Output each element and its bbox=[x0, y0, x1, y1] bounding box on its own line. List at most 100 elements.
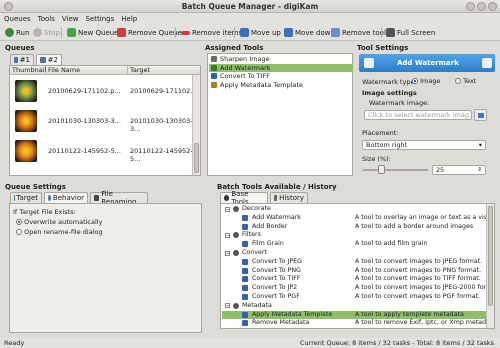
tab-history[interactable]: History bbox=[270, 192, 308, 203]
remove-queue-button[interactable]: Remove Queue bbox=[117, 27, 182, 38]
watermark-type-label: Watermark type: bbox=[362, 78, 417, 86]
radio-image[interactable] bbox=[412, 78, 418, 84]
queue-scroll-thumb[interactable] bbox=[194, 143, 199, 173]
reset-settings-icon[interactable] bbox=[482, 58, 492, 68]
arrow-down-icon bbox=[284, 28, 293, 37]
tool-row[interactable]: Add Border A tool to add a border around … bbox=[222, 223, 494, 231]
close-icon[interactable] bbox=[488, 2, 497, 11]
column-target[interactable]: Target bbox=[128, 66, 200, 75]
size-slider[interactable] bbox=[363, 165, 428, 174]
radio-open-dialog[interactable] bbox=[16, 229, 22, 235]
tool-description: A tool to convert images to PGF format. bbox=[355, 293, 481, 300]
browse-button[interactable] bbox=[474, 109, 487, 121]
tool-name: Convert To PNG bbox=[252, 266, 301, 274]
assigned-tool-item[interactable]: Convert To TIFF bbox=[209, 72, 353, 80]
file-name: 20100629-171102.p... bbox=[48, 87, 121, 95]
toolbar-separator bbox=[381, 27, 382, 38]
tab-queue-1[interactable]: #1 bbox=[10, 54, 34, 65]
menu-view[interactable]: View bbox=[58, 13, 82, 23]
size-spinbox[interactable]: 25 ⇕ bbox=[432, 165, 486, 175]
assigned-tool-item[interactable]: Sharpen Image bbox=[209, 55, 353, 63]
toolbar-separator bbox=[234, 27, 235, 38]
menu-settings[interactable]: Settings bbox=[82, 13, 118, 23]
remove-tool-icon bbox=[331, 28, 340, 37]
assigned-tool-item[interactable]: Add Watermark bbox=[209, 63, 353, 72]
menu-tools[interactable]: Tools bbox=[34, 13, 58, 23]
collapse-icon[interactable]: − bbox=[225, 250, 230, 256]
stop-button[interactable]: Stop bbox=[33, 27, 60, 38]
queue-row[interactable]: 20100629-171102.p... 20100629-171102.tif bbox=[10, 77, 200, 105]
new-queue-button[interactable]: New Queue bbox=[67, 27, 119, 38]
if-exists-label: If Target File Exists: bbox=[13, 208, 76, 216]
queues-title: Queues bbox=[5, 44, 35, 52]
placement-select[interactable]: Bottom right ▾ bbox=[362, 140, 486, 150]
tool-icon bbox=[242, 311, 248, 318]
assigned-tools-list[interactable]: Sharpen Image Add Watermark Convert To TIF… bbox=[207, 53, 353, 176]
remove-items-button[interactable]: Remove items bbox=[181, 27, 242, 38]
menu-queues[interactable]: Queues bbox=[0, 13, 34, 23]
radio-overwrite[interactable] bbox=[16, 219, 22, 225]
tool-settings-title: Tool Settings bbox=[357, 44, 409, 52]
full-screen-button[interactable]: Full Screen bbox=[386, 27, 435, 38]
queue-row[interactable]: 20110122-145952-5... 20110122-145952-5... bbox=[10, 137, 200, 165]
run-button[interactable]: Run bbox=[5, 27, 29, 38]
tool-group[interactable]: − Filters bbox=[222, 231, 494, 239]
queue-row[interactable]: 20101030-130303-3... 20101030-130303-3... bbox=[10, 107, 200, 135]
tool-group[interactable]: − Decorate bbox=[222, 205, 494, 213]
queue-list[interactable]: Thumbnail File Name Target 20100629-1711… bbox=[9, 65, 201, 176]
tool-row[interactable]: Convert To TIFF A tool to convert images … bbox=[222, 275, 494, 283]
assigned-tool-item[interactable]: Apply Metadata Template bbox=[209, 81, 353, 89]
tool-row[interactable]: Add Watermark A tool to overlay an image … bbox=[222, 214, 495, 222]
collapse-icon[interactable]: − bbox=[225, 206, 230, 212]
watermark-image-field[interactable]: Click to select watermark imag bbox=[364, 110, 472, 120]
tool-description: A tool to apply template metadata bbox=[355, 310, 464, 318]
tab-queue-2[interactable]: #2 bbox=[36, 54, 62, 65]
minimize-icon[interactable] bbox=[466, 2, 475, 11]
batch-tools-list[interactable]: − Decorate Add Watermark A tool to overlay … bbox=[220, 203, 495, 329]
tool-row[interactable]: Convert To PGF A tool to convert images t… bbox=[222, 293, 494, 301]
option-open-dialog[interactable]: Open rename-file dialog bbox=[16, 228, 103, 236]
column-file-name[interactable]: File Name bbox=[46, 66, 128, 75]
tab-behavior[interactable]: Behavior bbox=[44, 192, 88, 203]
tool-row[interactable]: Film Grain A tool to add film grain bbox=[222, 240, 494, 248]
batch-tools-scroll-thumb[interactable] bbox=[488, 206, 493, 306]
batch-tools-scrollbar[interactable] bbox=[486, 204, 494, 328]
menu-help[interactable]: Help bbox=[117, 13, 140, 23]
tool-row[interactable]: Convert To JP2 A tool to convert images t… bbox=[222, 284, 494, 292]
tab-file-renaming[interactable]: File Renaming bbox=[90, 190, 148, 206]
tool-description: A tool to convert images to TIFF format. bbox=[355, 275, 481, 283]
remove-tool-button[interactable]: Remove tool bbox=[331, 27, 386, 38]
run-icon bbox=[5, 28, 14, 37]
behavior-panel: If Target File Exists: Overwrite automat… bbox=[9, 203, 202, 333]
tool-group[interactable]: − Convert bbox=[222, 249, 494, 257]
column-thumbnail[interactable]: Thumbnail bbox=[10, 66, 46, 75]
option-overwrite[interactable]: Overwrite automatically bbox=[16, 218, 102, 226]
tool-description: A tool to convert images to JPEG-2000 fo… bbox=[355, 284, 492, 292]
collapse-icon[interactable]: − bbox=[225, 232, 230, 238]
collapse-icon[interactable]: − bbox=[225, 303, 230, 309]
queue-icon bbox=[40, 57, 46, 63]
tool-row[interactable]: Remove Metadata A tool to remove Exif, Ip… bbox=[222, 319, 494, 327]
target-name: 20100629-171102.tif bbox=[130, 87, 199, 95]
tool-row[interactable]: Apply Metadata Template A tool to apply t… bbox=[222, 310, 494, 319]
title-bar: Batch Queue Manager - digiKam bbox=[0, 0, 500, 13]
spin-arrows-icon[interactable]: ⇕ bbox=[477, 166, 482, 175]
group-icon bbox=[233, 206, 239, 212]
window-menu-icon[interactable] bbox=[4, 2, 13, 11]
maximize-icon[interactable] bbox=[477, 2, 486, 11]
menu-bar: Queues Tools View Settings Help bbox=[0, 13, 500, 24]
move-up-button[interactable]: Move up bbox=[240, 27, 281, 38]
tool-row[interactable]: Convert To JPEG A tool to convert images … bbox=[222, 258, 494, 266]
watermark-type-text[interactable]: Text bbox=[455, 77, 476, 85]
tool-group[interactable]: − Metadata bbox=[222, 302, 494, 310]
tool-row[interactable]: Convert To PNG A tool to convert images t… bbox=[222, 267, 494, 275]
watermark-type-image[interactable]: Image bbox=[412, 77, 440, 85]
tab-base-tools[interactable]: Base Tools bbox=[220, 190, 268, 206]
move-down-button[interactable]: Move down bbox=[284, 27, 335, 38]
full-screen-icon bbox=[386, 28, 395, 37]
size-slider-handle[interactable] bbox=[378, 165, 385, 174]
queue-scrollbar[interactable] bbox=[192, 75, 200, 175]
radio-text[interactable] bbox=[455, 78, 461, 84]
tab-target[interactable]: Target bbox=[10, 192, 42, 203]
rename-icon bbox=[94, 195, 100, 201]
